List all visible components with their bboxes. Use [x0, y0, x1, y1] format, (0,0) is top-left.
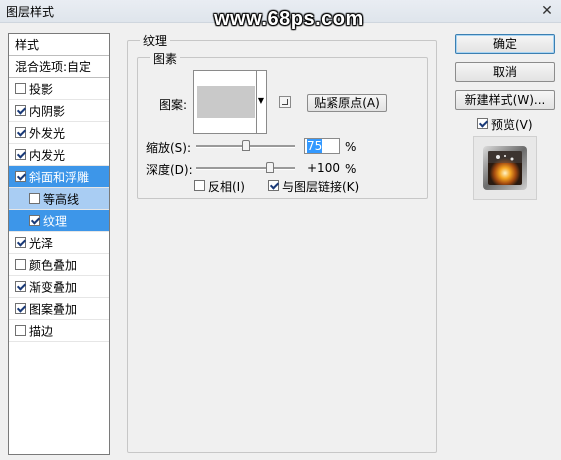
- preview-checkbox-box[interactable]: [477, 118, 488, 129]
- chevron-down-icon[interactable]: ▼: [256, 95, 266, 107]
- style-item[interactable]: 内发光: [9, 144, 109, 166]
- style-item-checkbox[interactable]: [15, 303, 26, 314]
- elements-group-title: 图素: [150, 50, 181, 67]
- style-item-checkbox[interactable]: [15, 237, 26, 248]
- ok-button[interactable]: 确定: [455, 34, 555, 54]
- cancel-button[interactable]: 取消: [455, 62, 555, 82]
- style-item-label: 纹理: [43, 214, 68, 229]
- new-preset-icon[interactable]: [279, 96, 291, 108]
- style-item[interactable]: 外发光: [9, 122, 109, 144]
- link-with-layer-checkbox[interactable]: 与图层链接(K): [268, 178, 359, 195]
- watermark: www.68ps.com: [214, 8, 364, 30]
- style-item-checkbox[interactable]: [29, 215, 40, 226]
- style-item[interactable]: 纹理: [9, 210, 109, 232]
- style-item[interactable]: 斜面和浮雕: [9, 166, 109, 188]
- style-item-label: 图案叠加: [29, 302, 78, 317]
- styles-list: 样式 混合选项:自定 投影内阴影外发光内发光斜面和浮雕等高线纹理光泽颜色叠加渐变…: [8, 33, 110, 455]
- new-style-button[interactable]: 新建样式(W)...: [455, 90, 555, 110]
- close-button[interactable]: ✕: [537, 3, 557, 19]
- invert-checkbox[interactable]: 反相(I): [194, 178, 245, 195]
- blend-options-item[interactable]: 混合选项:自定: [9, 56, 109, 78]
- style-item-checkbox[interactable]: [15, 171, 26, 182]
- style-item[interactable]: 描边: [9, 320, 109, 342]
- style-item[interactable]: 图案叠加: [9, 298, 109, 320]
- depth-input[interactable]: +100: [304, 160, 340, 176]
- style-item-label: 内发光: [29, 148, 66, 163]
- pattern-label: 图案:: [159, 98, 188, 112]
- style-item[interactable]: 渐变叠加: [9, 276, 109, 298]
- style-item-checkbox[interactable]: [15, 259, 26, 270]
- styles-header[interactable]: 样式: [9, 34, 109, 56]
- style-item[interactable]: 等高线: [9, 188, 109, 210]
- snap-origin-label: 贴紧原点(A): [314, 96, 380, 110]
- link-with-layer-label: 与图层链接(K): [282, 180, 360, 194]
- style-item-checkbox[interactable]: [29, 193, 40, 204]
- depth-unit: %: [345, 162, 357, 176]
- scale-slider-thumb[interactable]: [241, 140, 250, 151]
- style-item-label: 斜面和浮雕: [29, 170, 90, 185]
- style-item-checkbox[interactable]: [15, 281, 26, 292]
- depth-value: +100: [307, 161, 340, 175]
- style-item[interactable]: 颜色叠加: [9, 254, 109, 276]
- style-item-label: 渐变叠加: [29, 280, 78, 295]
- style-item-label: 等高线: [43, 192, 80, 207]
- link-with-layer-checkbox-box[interactable]: [268, 180, 279, 191]
- depth-slider-thumb[interactable]: [266, 162, 275, 173]
- window-title: 图层样式: [6, 5, 55, 19]
- scale-input[interactable]: 75: [304, 138, 340, 154]
- pattern-swatch[interactable]: [197, 86, 255, 118]
- style-item[interactable]: 光泽: [9, 232, 109, 254]
- scale-value: 75: [307, 139, 323, 153]
- texture-group-title: 纹理: [140, 32, 171, 49]
- invert-label: 反相(I): [208, 180, 245, 194]
- scale-label: 缩放(S):: [146, 141, 192, 155]
- preview-image: [483, 146, 527, 190]
- style-item-checkbox[interactable]: [15, 325, 26, 336]
- style-item-label: 描边: [29, 324, 54, 339]
- invert-checkbox-box[interactable]: [194, 180, 205, 191]
- style-item[interactable]: 内阴影: [9, 100, 109, 122]
- cancel-button-label: 取消: [492, 65, 517, 79]
- new-style-button-label: 新建样式(W)...: [464, 93, 546, 107]
- style-item[interactable]: 投影: [9, 78, 109, 100]
- snap-origin-button[interactable]: 贴紧原点(A): [307, 94, 387, 112]
- style-item-checkbox[interactable]: [15, 83, 26, 94]
- style-item-label: 内阴影: [29, 104, 66, 119]
- scale-unit: %: [345, 140, 357, 154]
- style-item-checkbox[interactable]: [15, 127, 26, 138]
- depth-slider-track[interactable]: [196, 167, 295, 170]
- style-item-label: 外发光: [29, 126, 66, 141]
- preview-checkbox[interactable]: 预览(V): [477, 116, 533, 133]
- preview-label: 预览(V): [491, 118, 533, 132]
- style-item-label: 投影: [29, 82, 54, 97]
- styles-header-label: 样式: [15, 38, 40, 52]
- style-item-checkbox[interactable]: [15, 149, 26, 160]
- blend-options-label: 混合选项:自定: [15, 60, 92, 74]
- ok-button-label: 确定: [492, 37, 517, 51]
- style-item-checkbox[interactable]: [15, 105, 26, 116]
- style-item-label: 颜色叠加: [29, 258, 78, 273]
- depth-label: 深度(D):: [146, 163, 193, 177]
- style-item-label: 光泽: [29, 236, 54, 251]
- style-preview-thumbnail: [473, 136, 537, 200]
